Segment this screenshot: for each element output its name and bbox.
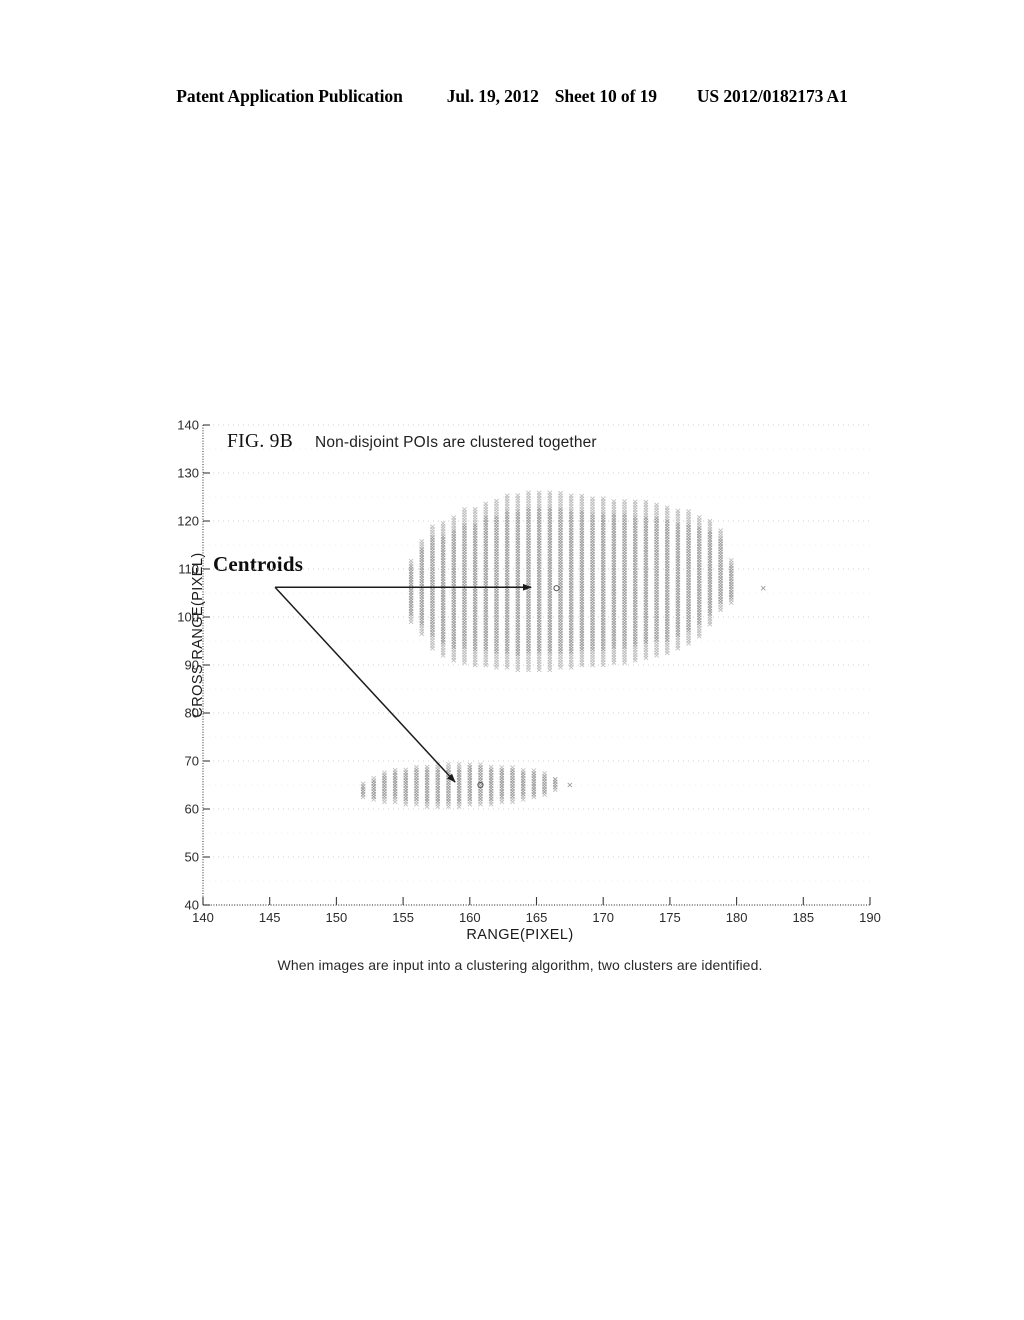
x-tick-label: 185 [792, 910, 815, 925]
header-sheet: Sheet 10 of 19 [554, 86, 657, 106]
header-publication: Patent Application Publication [176, 86, 403, 106]
y-tick-label: 90 [184, 657, 199, 673]
y-tick-label: 100 [177, 609, 199, 625]
x-tick-label: 145 [258, 910, 281, 925]
scatter-plot-svg [202, 424, 871, 906]
plot-area: FIG. 9B Non-disjoint POIs are clustered … [177, 418, 881, 926]
x-tick-label: 175 [659, 910, 681, 925]
x-tick-label: 140 [192, 910, 214, 925]
page-header: Patent Application Publication Jul. 19, … [0, 86, 1024, 112]
y-tick-label: 120 [177, 513, 199, 529]
x-tick-label: 150 [325, 910, 348, 925]
x-tick-label: 155 [392, 910, 414, 925]
y-tick-label: 60 [184, 801, 199, 817]
x-tick-label: 190 [859, 910, 881, 925]
y-tick-label: 70 [184, 753, 199, 769]
annotation-arrows [274, 583, 532, 783]
x-tick-label: 180 [725, 910, 748, 925]
figure-9b: CROSS RANGE(PIXEL) FIG. 9B Non-disjoint … [140, 405, 900, 995]
y-tick-label: 80 [184, 705, 199, 721]
header-document-number: US 2012/0182173 A1 [696, 86, 848, 106]
x-tick-label: 170 [592, 910, 615, 925]
x-tick-label: 160 [458, 910, 481, 925]
x-axis-label: RANGE(PIXEL) [466, 927, 574, 943]
header-date: Jul. 19, 2012 [446, 86, 539, 106]
y-tick-label: 50 [184, 849, 199, 865]
y-tick-label: 110 [178, 561, 199, 577]
y-tick-label: 130 [177, 465, 199, 481]
gridlines [203, 424, 870, 882]
y-tick-label: 140 [177, 417, 199, 433]
figure-caption: When images are input into a clustering … [277, 957, 763, 973]
x-tick-label: 165 [525, 910, 548, 925]
